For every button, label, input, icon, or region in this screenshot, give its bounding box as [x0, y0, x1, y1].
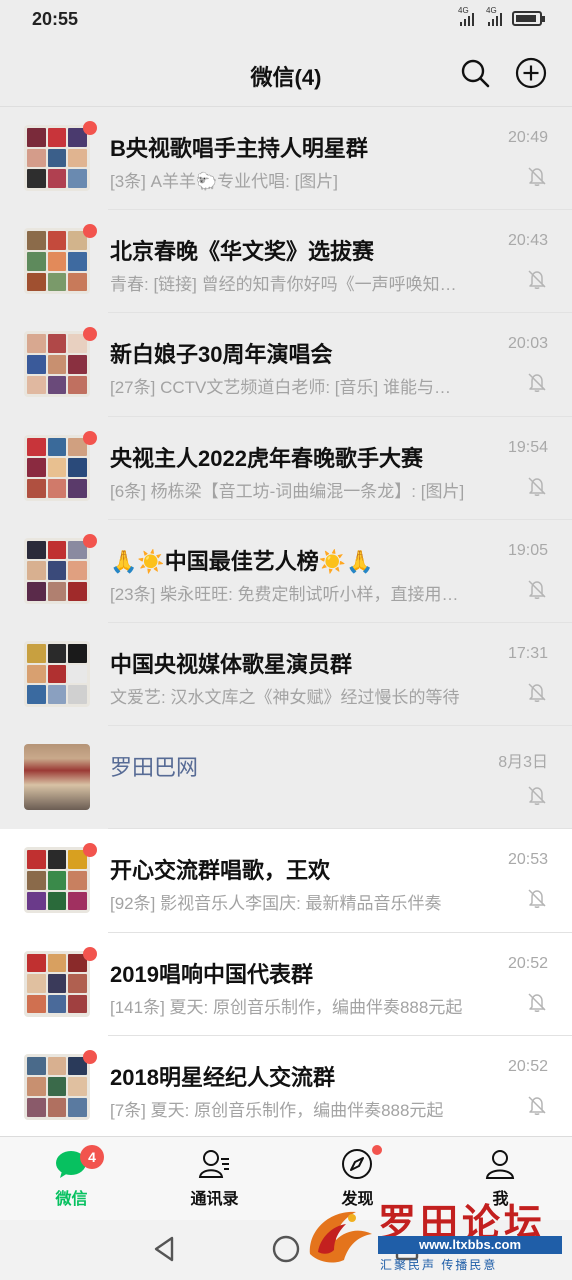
tab-label: 微信: [55, 1191, 88, 1208]
forum-watermark: 罗田论坛 www.ltxbbs.com 汇聚民声 传播民意: [300, 1192, 562, 1276]
chat-row[interactable]: 罗田巴网 8月3日: [0, 726, 572, 830]
chat-name: 北京春晚《华文奖》选拔赛: [110, 239, 375, 265]
chat-time: 19:54: [507, 438, 548, 456]
add-button[interactable]: [514, 56, 548, 90]
tab-contacts[interactable]: 通讯录: [143, 1137, 286, 1221]
new-dot: [372, 1145, 382, 1155]
phoenix-logo-icon: [309, 1211, 372, 1263]
chat-name: 2018明星经纪人交流群: [110, 1064, 335, 1090]
chat-preview: [6条] 杨栋梁【音工坊-词曲编混一条龙】: [图片]: [110, 481, 465, 501]
chat-preview: 文爱艺: 汉水文库之《神女赋》经过慢长的等待: [110, 687, 460, 707]
muted-bell-icon: [528, 580, 546, 599]
unread-dot: [83, 327, 97, 342]
header: 微信(4): [0, 40, 572, 106]
chat-time: 20:03: [507, 335, 548, 353]
signal-icon: 4G: [486, 6, 502, 26]
group-avatar: [24, 125, 90, 191]
chat-time: 20:52: [507, 954, 548, 972]
chat-time: 17:31: [507, 644, 548, 662]
chat-preview: 青春: [链接] 曾经的知青你好吗《一声呼唤知青》: [110, 275, 465, 295]
muted-bell-icon: [528, 786, 546, 806]
home-circle-icon: [272, 1235, 300, 1263]
unread-dot: [83, 533, 97, 548]
chat-name: 新白娘子30周年演唱会: [110, 342, 333, 368]
unread-dot: [83, 224, 97, 239]
muted-bell-icon: [528, 683, 546, 702]
search-icon: [461, 59, 490, 88]
chat-name: 央视主人2022虎年春晚歌手大赛: [110, 445, 423, 471]
chat-time: 20:52: [507, 1057, 548, 1075]
group-avatar: [24, 228, 90, 295]
muted-bell-icon: [528, 1096, 546, 1115]
chat-time: 20:53: [507, 851, 548, 869]
back-button[interactable]: [148, 1232, 182, 1266]
unread-dot: [83, 1049, 97, 1064]
compass-icon: [342, 1149, 372, 1179]
muted-bell-icon: [528, 167, 546, 186]
chat-name: 🙏☀️中国最佳艺人榜☀️🙏: [110, 548, 374, 574]
status-time: 20:55: [32, 9, 79, 29]
muted-bell-icon: [528, 889, 546, 909]
chat-time: 8月3日: [498, 754, 548, 772]
chat-name: 中国央视媒体歌星演员群: [110, 651, 353, 677]
plus-circle-icon: [515, 57, 547, 89]
chat-preview: [92条] 影视音乐人李国庆: 最新精品音乐伴奏: [110, 894, 442, 914]
unread-dot: [83, 946, 97, 961]
chat-row[interactable]: 2018明星经纪人交流群 [7条] 夏天: 原创音乐制作，编曲伴奏888元起 20:…: [0, 1036, 572, 1139]
signal-icon: 4G: [458, 6, 474, 26]
status-icons: 4G 4G: [458, 6, 545, 26]
chat-preview: [7条] 夏天: 原创音乐制作，编曲伴奏888元起: [110, 1100, 444, 1120]
group-avatar: [24, 434, 90, 501]
group-avatar: [24, 950, 90, 1017]
chat-row[interactable]: 开心交流群唱歌，王欢 [92条] 影视音乐人李国庆: 最新精品音乐伴奏 20:53: [0, 829, 572, 933]
status-bar: 20:55 4G 4G: [0, 0, 572, 40]
unread-dot: [83, 430, 97, 445]
chat-row[interactable]: 北京春晚《华文奖》选拔赛青春: [链接] 曾经的知青你好吗《一声呼唤知青》 20:…: [0, 210, 572, 314]
tab-chats[interactable]: 4 微信: [0, 1137, 143, 1221]
battery-icon: [512, 10, 545, 26]
chat-preview: [23条] 柴永旺旺: 免费定制试听小样，直接用于发行: [110, 584, 465, 604]
chat-time: 20:49: [507, 129, 548, 146]
chat-time: 20:43: [507, 232, 548, 250]
chat-row[interactable]: B央视歌唱手主持人明星群 [3条] A羊羊🐑专业代唱: [图片] 20:49: [0, 107, 572, 211]
watermark-slogan: 汇聚民声 传播民意: [380, 1258, 498, 1272]
chat-name: 罗田巴网: [110, 755, 199, 781]
group-avatar: [24, 847, 90, 914]
chat-preview: [141条] 夏天: 原创音乐制作，编曲伴奏888元起: [110, 997, 463, 1017]
chat-name: B央视歌唱手主持人明星群: [110, 136, 368, 161]
chat-row[interactable]: 央视主人2022虎年春晚歌手大赛 [6条] 杨栋梁【音工坊-词曲编混一条龙】: […: [0, 416, 572, 520]
unread-dot: [83, 121, 97, 135]
muted-bell-icon: [528, 373, 546, 393]
chat-row[interactable]: 2019唱响中国代表群 [141条] 夏天: 原创音乐制作，编曲伴奏888元起 20…: [0, 933, 572, 1036]
muted-bell-icon: [528, 477, 546, 496]
person-icon: [485, 1150, 515, 1179]
back-triangle-icon: [154, 1236, 174, 1262]
unread-badge: 4: [80, 1145, 104, 1169]
muted-bell-icon: [528, 270, 546, 290]
group-avatar: [24, 640, 90, 707]
chat-row[interactable]: 中国央视媒体歌星演员群文爱艺: 汉水文库之《神女赋》经过慢长的等待 17:31: [0, 622, 572, 727]
chat-row[interactable]: 新白娘子30周年演唱会 [27条] CCTV文艺频道白老师: [音乐] 谁能与我同…: [0, 313, 572, 417]
chat-name: 2019唱响中国代表群: [110, 961, 313, 987]
muted-bell-icon: [528, 992, 546, 1012]
chat-time: 19:05: [507, 541, 548, 559]
group-avatar: [24, 331, 90, 398]
home-button[interactable]: [269, 1232, 303, 1266]
chat-row[interactable]: 🙏☀️中国最佳艺人榜☀️🙏 [23条] 柴永旺旺: 免费定制试听小样，直接用于发行…: [0, 519, 572, 623]
avatar: [24, 744, 90, 811]
chat-name: 开心交流群唱歌，王欢: [110, 858, 331, 884]
contacts-icon: [198, 1150, 229, 1178]
group-avatar: [24, 1053, 90, 1120]
chat-preview: [27条] CCTV文艺频道白老师: [音乐] 谁能与我同醉: [110, 378, 465, 398]
unread-dot: [83, 843, 97, 858]
chat-list: B央视歌唱手主持人明星群 [3条] A羊羊🐑专业代唱: [图片] 20:49 北京春晚…: [0, 106, 572, 1139]
tab-label: 通讯录: [190, 1191, 239, 1208]
search-button[interactable]: [458, 56, 492, 90]
chat-preview: [3条] A羊羊🐑专业代唱: [图片]: [110, 172, 339, 191]
group-avatar: [24, 537, 90, 604]
watermark-url: www.ltxbbs.com: [378, 1236, 562, 1254]
